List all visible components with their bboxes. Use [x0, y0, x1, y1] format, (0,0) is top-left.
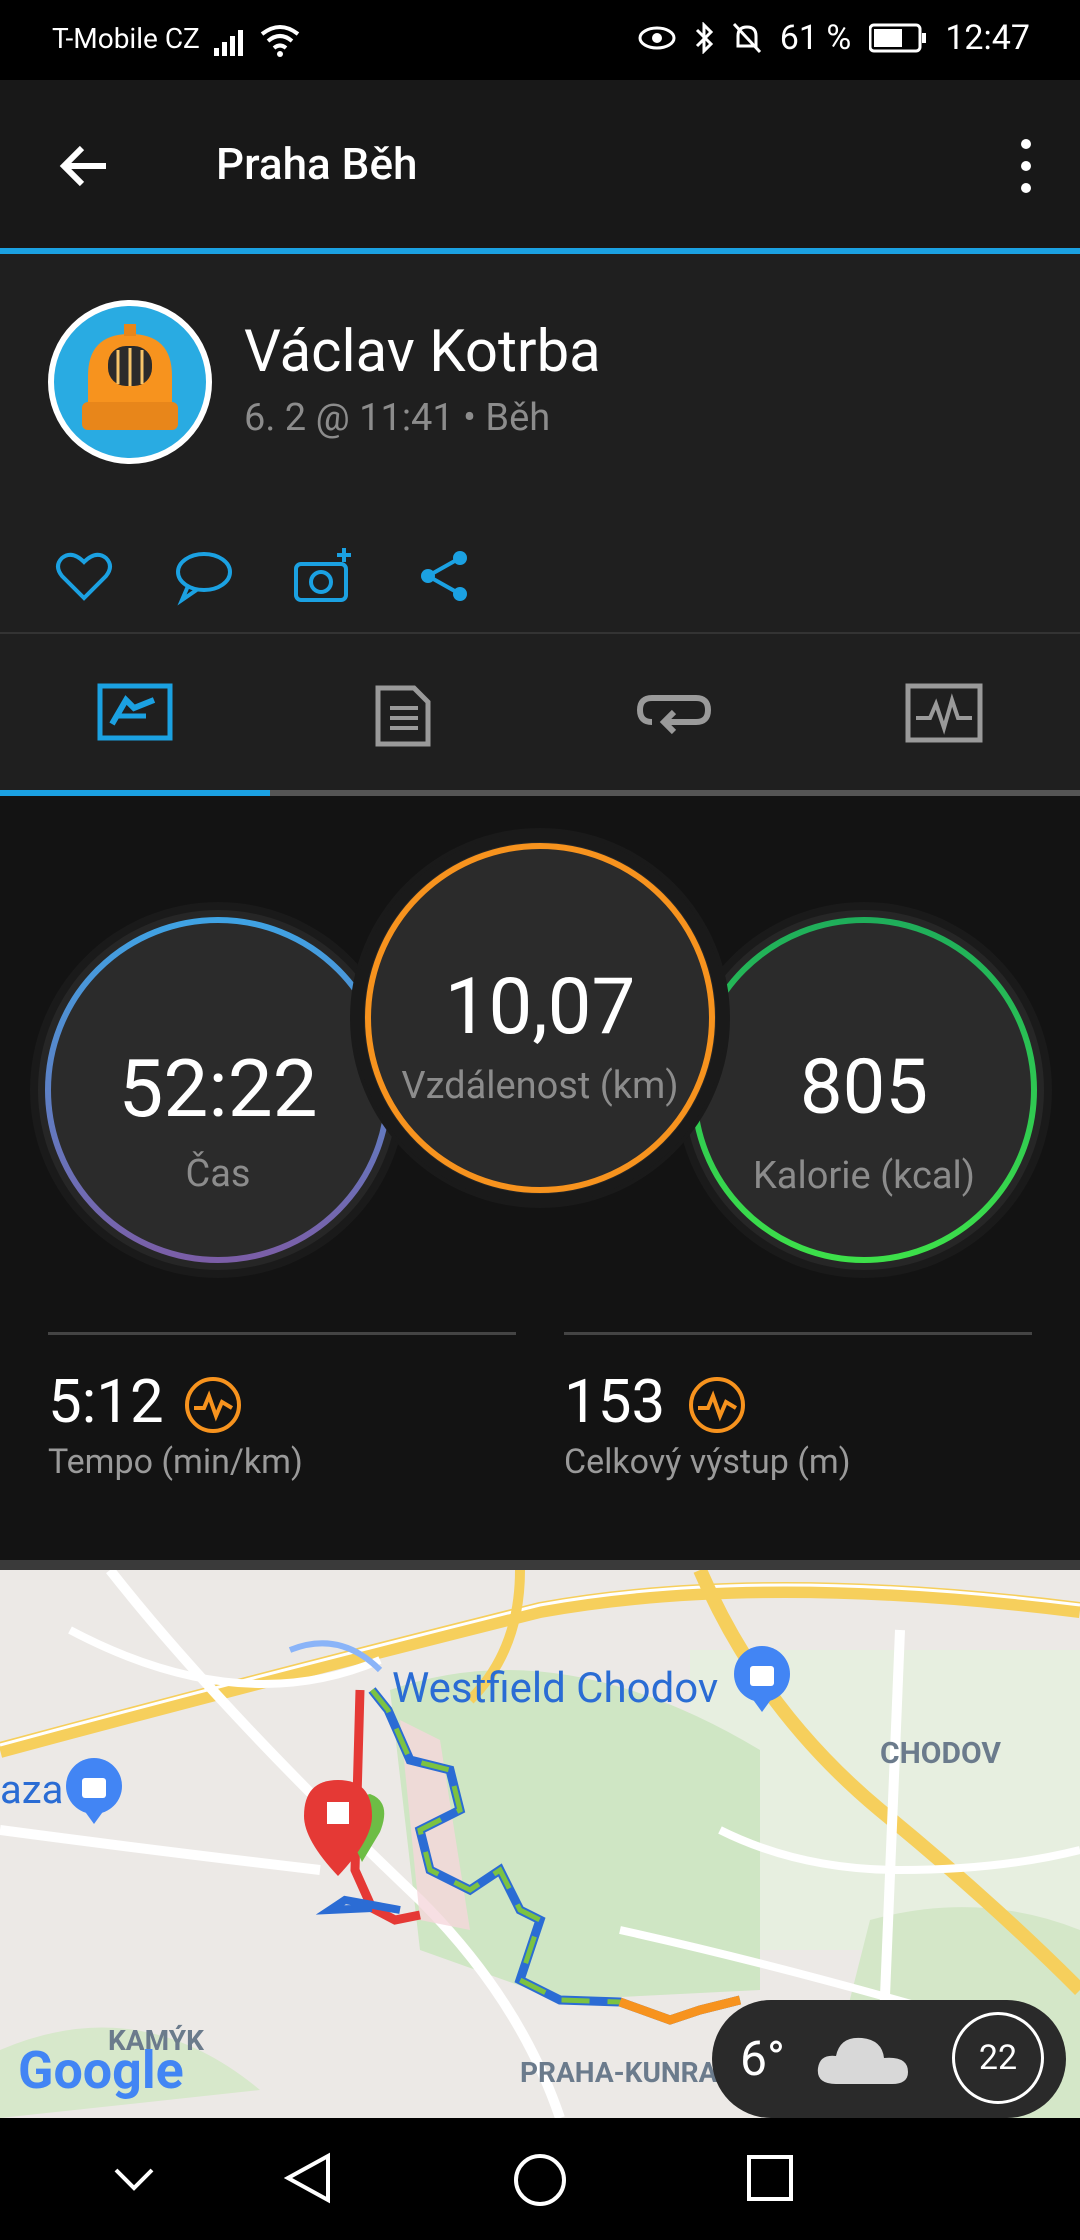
wifi-icon [260, 25, 300, 57]
collapse-chevron-icon[interactable] [112, 2164, 156, 2194]
map-label-westfield: Westfield Chodov [392, 1664, 719, 1713]
bluetooth-icon [695, 22, 713, 54]
action-row [0, 510, 1080, 634]
tab-charts-icon[interactable] [904, 678, 984, 748]
section-separator [0, 1560, 1080, 1570]
distance-label: Vzdálenost (km) [401, 1064, 679, 1108]
pace-label: Tempo (min/km) [48, 1442, 303, 1482]
tab-overview-icon[interactable] [96, 678, 176, 748]
map-label-kunratice: PRAHA-KUNRAT [520, 2056, 734, 2089]
like-heart-icon[interactable] [54, 546, 114, 606]
comment-icon[interactable] [174, 546, 234, 606]
app-bar: Praha Běh [0, 80, 1080, 250]
mute-bell-icon [732, 22, 761, 54]
nav-home-icon[interactable] [512, 2152, 568, 2208]
activity-meta: 6. 2 @ 11:41 • Běh [244, 396, 551, 440]
avatar[interactable] [48, 300, 212, 464]
signal-icon [214, 30, 243, 56]
battery-icon [869, 23, 927, 53]
weather-temp: 6° [740, 2030, 785, 2087]
clock: 12:47 [945, 18, 1030, 58]
google-logo: Google [18, 2040, 184, 2101]
carrier-name: T-Mobile CZ [52, 22, 200, 55]
weather-widget[interactable]: 6° 22 [712, 2000, 1066, 2118]
ascent-value: 153 [564, 1366, 666, 1437]
eye-icon [638, 26, 676, 50]
ascent-label: Celkový výstup (m) [564, 1442, 851, 1482]
map-label-plaza: aza [0, 1766, 64, 1813]
distance-value: 10,07 [444, 962, 636, 1053]
divider [564, 1332, 1032, 1335]
tab-bar [0, 634, 1080, 794]
tab-stats-icon[interactable] [364, 678, 444, 748]
map-label-chodov: CHODOV [880, 1736, 1001, 1771]
divider [48, 1332, 516, 1335]
more-menu-icon[interactable] [1016, 138, 1036, 194]
athlete-name: Václav Kotrba [244, 318, 601, 386]
stats-panel: 52:22 Čas 805 Kalorie (kcal) 10,07 Vzdál… [0, 796, 1080, 1560]
nav-recents-icon[interactable] [746, 2154, 794, 2202]
nav-back-icon[interactable] [284, 2152, 332, 2204]
add-photo-icon[interactable] [294, 546, 354, 606]
cloud-icon [817, 2037, 908, 2084]
tab-laps-icon[interactable] [634, 678, 714, 748]
status-bar: T-Mobile CZ 61 % 12:47 [0, 0, 1080, 80]
share-icon[interactable] [414, 546, 474, 606]
ascent-chart-icon[interactable] [688, 1376, 746, 1434]
activity-header: Václav Kotrba 6. 2 @ 11:41 • Běh [0, 254, 1080, 512]
diver-helmet-icon [82, 324, 178, 430]
page-title: Praha Běh [216, 138, 418, 190]
back-arrow-icon[interactable] [56, 138, 112, 194]
calories-ring: 805 Kalorie (kcal) [676, 902, 1052, 1278]
system-nav-bar [0, 2118, 1080, 2240]
aqi-badge: 22 [952, 2012, 1044, 2104]
calories-label: Kalorie (kcal) [752, 1154, 976, 1198]
calories-value: 805 [799, 1042, 929, 1132]
distance-ring: 10,07 Vzdálenost (km) [350, 828, 730, 1208]
battery-percent: 61 % [779, 18, 852, 58]
pace-chart-icon[interactable] [184, 1376, 242, 1434]
pace-value: 5:12 [48, 1366, 164, 1437]
